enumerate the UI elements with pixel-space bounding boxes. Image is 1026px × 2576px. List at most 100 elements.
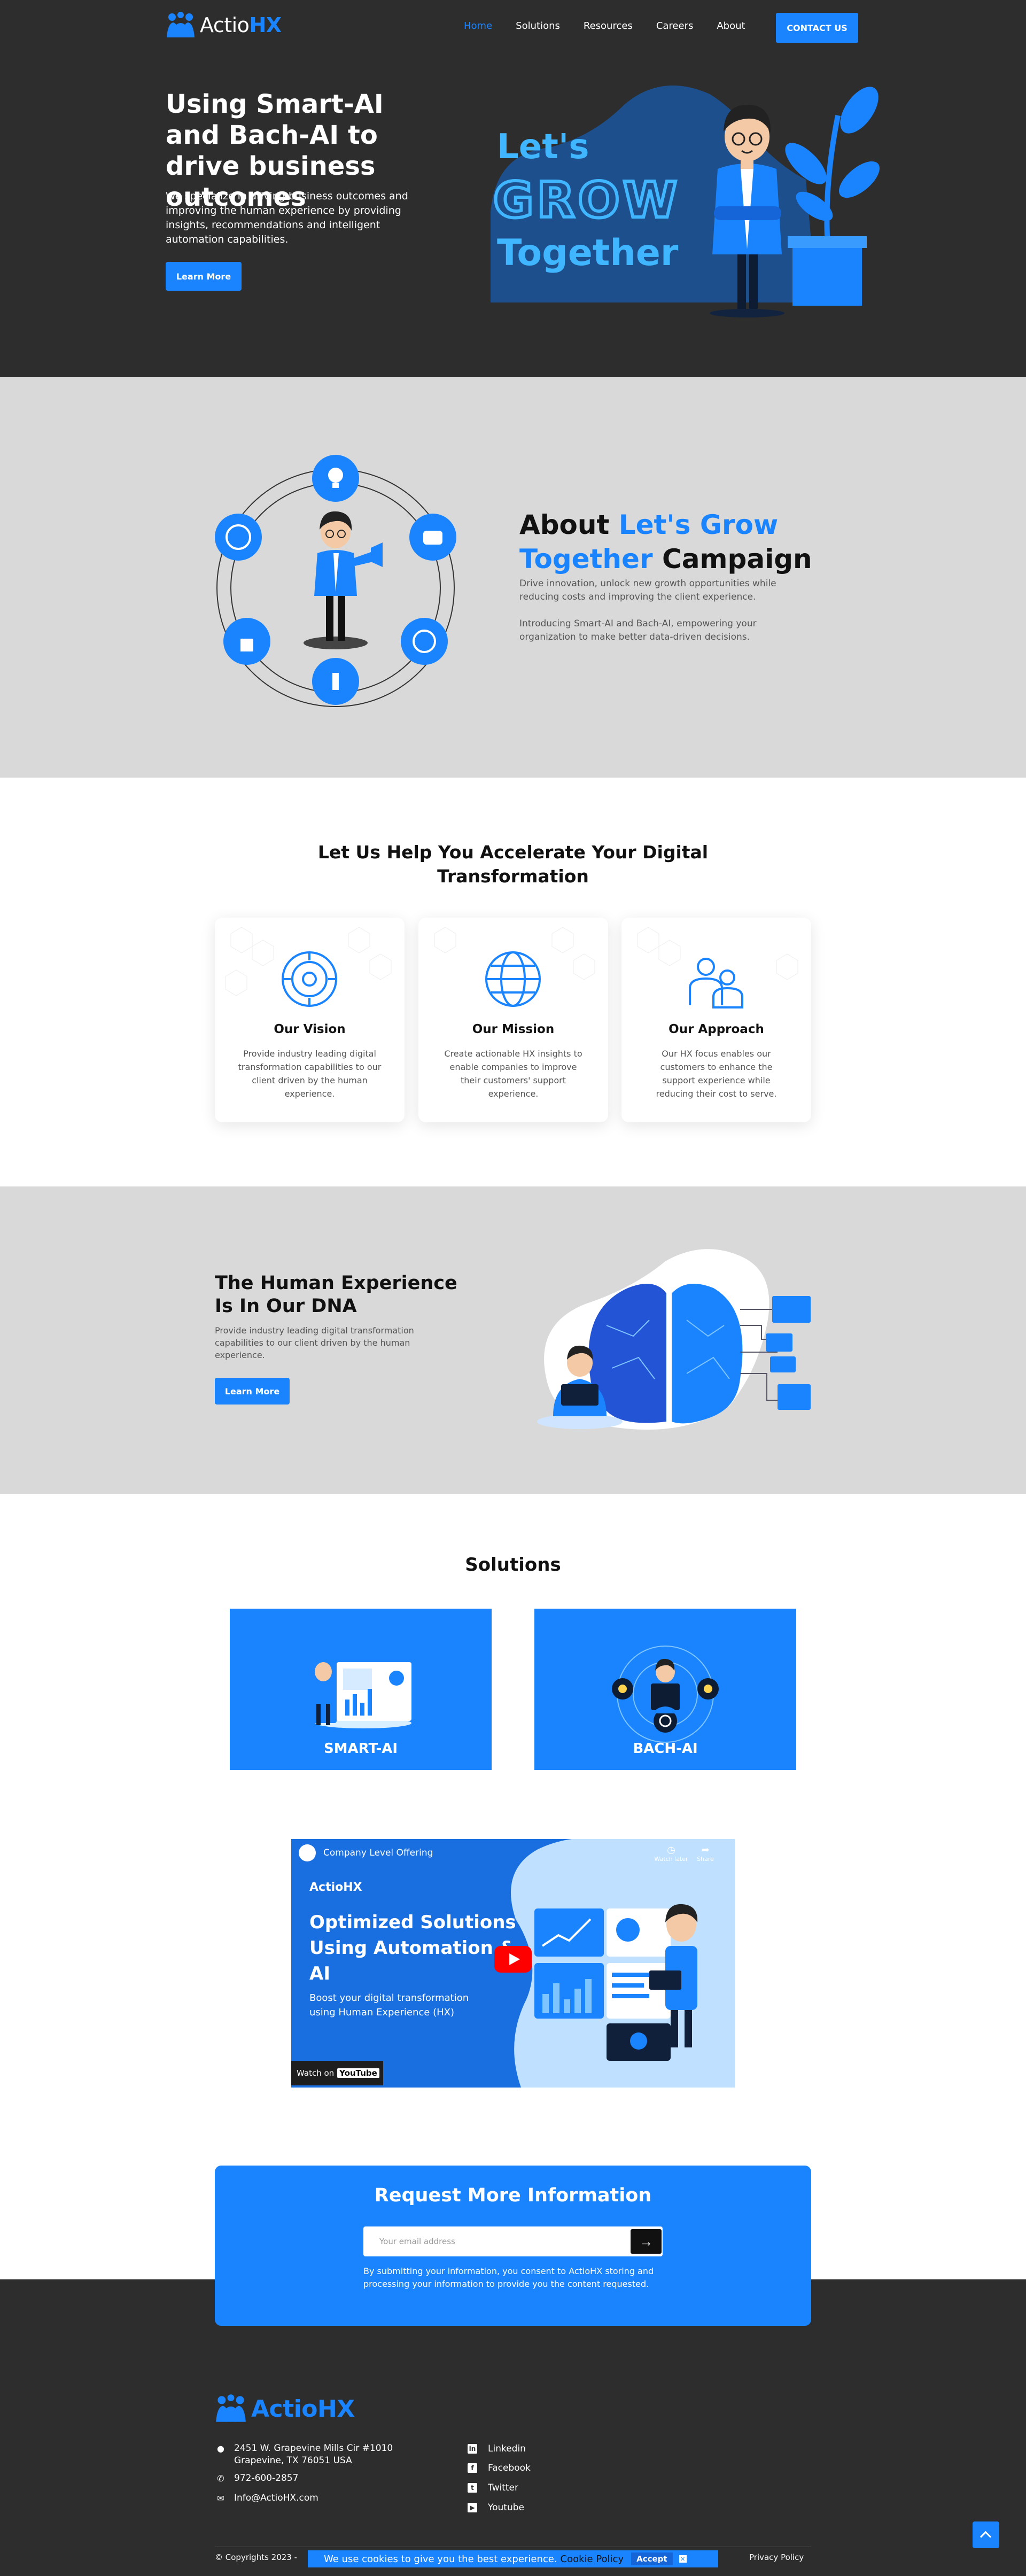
smart-ai-label: SMART-AI [323, 1741, 398, 1757]
twitter-icon: t [468, 2483, 477, 2493]
card-mission-title: Our Mission [472, 1022, 555, 1036]
hero-art-grow: GROW [493, 172, 680, 229]
nav-home[interactable]: Home [464, 20, 492, 32]
phone-number: 972-600-2857 [234, 2473, 299, 2484]
social-youtube[interactable]: ▶ Youtube [468, 2502, 524, 2513]
submit-arrow-button[interactable] [631, 2229, 662, 2254]
youtube-label: Youtube [488, 2502, 524, 2513]
video-subtext: Boost your digital transformation using … [309, 1992, 469, 2018]
email-input[interactable] [363, 2226, 663, 2256]
cookie-accept-button[interactable]: Accept [631, 2552, 673, 2565]
address-line-2: Grapevine, TX 76051 USA [234, 2455, 352, 2466]
social-twitter[interactable]: t Twitter [468, 2482, 518, 2493]
social-linkedin[interactable]: in Linkedin [468, 2443, 526, 2454]
card-mission-text: Create actionable HX insights to enable … [444, 1049, 582, 1099]
bach-ai-label: BACH-AI [633, 1741, 698, 1757]
copyright-text: © Copyrights 2023 - [215, 2552, 297, 2562]
people-icon [689, 958, 743, 1008]
watch-later-label: Watch later [654, 1856, 688, 1863]
social-facebook[interactable]: f Facebook [468, 2463, 531, 2473]
logo-icon [216, 2394, 246, 2422]
cookie-policy-link[interactable]: Cookie Policy [561, 2554, 624, 2565]
cookie-banner: We use cookies to give you the best expe… [308, 2550, 718, 2567]
nav-resources[interactable]: Resources [584, 20, 633, 32]
request-consent-note: By submitting your information, you cons… [363, 2266, 654, 2289]
video-embed[interactable]: Company Level Offering ◷ Watch later ➦ Sha… [291, 1839, 735, 2088]
scroll-to-top-button[interactable] [973, 2521, 999, 2548]
solution-card-bach-ai[interactable]: BACH-AI [534, 1609, 796, 1770]
hero-illustration: Let's GROW Together [491, 86, 880, 317]
hx-learn-more-button[interactable]: Learn More [215, 1378, 290, 1405]
request-title: Request More Information [374, 2185, 652, 2206]
about-paragraph-2: Introducing Smart-AI and Bach-AI, empowe… [519, 618, 757, 642]
brain-illustration [537, 1249, 811, 1430]
hero-description: We specialize in driving business outcom… [166, 190, 408, 245]
contact-us-button[interactable]: CONTACT US [776, 13, 858, 43]
footer-logo-text: ActioHX [251, 2395, 355, 2423]
card-vision-text: Provide industry leading digital transfo… [238, 1049, 382, 1099]
watch-on-youtube-button[interactable]: Watch on YouTube [291, 2061, 383, 2085]
top-nav: ActioHX Home Solutions Resources Careers… [166, 12, 860, 44]
video-title[interactable]: Company Level Offering [323, 1848, 433, 1858]
target-icon [282, 951, 337, 1007]
hero-art-together: Together [497, 232, 679, 274]
video-channel-avatar[interactable] [299, 1844, 316, 1861]
hero-art-lets: Let's [497, 127, 589, 167]
close-icon[interactable]: ✕ [679, 2555, 687, 2563]
hx-description: Provide industry leading digital transfo… [215, 1325, 414, 1360]
youtube-icon: ▶ [468, 2503, 477, 2512]
watch-on-label: Watch on [297, 2068, 335, 2078]
cookie-text: We use cookies to give you the best expe… [324, 2553, 557, 2565]
card-approach-text: Our HX focus enables our customers to en… [656, 1049, 777, 1099]
hx-title: The Human Experience Is In Our DNA [215, 1273, 457, 1317]
about-orbit-illustration [215, 455, 456, 707]
envelope-icon: ✉ [217, 2493, 224, 2503]
logo-icon [167, 12, 195, 37]
about-section: About Let's Grow Together Campaign Drive… [0, 377, 1026, 778]
card-mission: Our Mission Create actionable HX insight… [418, 918, 608, 1122]
request-info-box: Request More Information By submitting y… [215, 2166, 811, 2326]
accelerate-title: Let Us Help You Accelerate Your Digital … [317, 842, 709, 887]
card-vision-title: Our Vision [274, 1022, 346, 1036]
video-brand-logo: ActioHX [309, 1881, 362, 1894]
play-button-icon[interactable] [494, 1946, 532, 1973]
location-pin-icon: ● [217, 2443, 224, 2454]
solutions-title: Solutions [465, 1554, 561, 1576]
solution-card-smart-ai[interactable]: SMART-AI [230, 1609, 492, 1770]
footer-email[interactable]: ✉ Info@ActioHX.com [215, 2492, 318, 2504]
about-title: About Let's Grow Together Campaign [519, 509, 812, 575]
brand-logo[interactable]: ActioHX [166, 12, 282, 38]
card-approach-title: Our Approach [669, 1022, 764, 1036]
nav-solutions[interactable]: Solutions [516, 20, 560, 32]
hero-learn-more-button[interactable]: Learn More [166, 262, 242, 291]
share-label: Share [697, 1856, 714, 1863]
nav-about[interactable]: About [717, 20, 745, 32]
share-icon: ➦ [701, 1844, 710, 1856]
main-menu: Home Solutions Resources Careers About [464, 20, 745, 32]
card-approach: Our Approach Our HX focus enables our cu… [621, 918, 811, 1122]
card-vision: Our Vision Provide industry leading digi… [215, 918, 405, 1122]
address-line-1: 2451 W. Grapevine Mills Cir #1010 [234, 2443, 393, 2454]
clock-icon: ◷ [667, 1844, 675, 1856]
privacy-policy-link[interactable]: Privacy Policy [749, 2552, 804, 2562]
facebook-icon: f [468, 2463, 477, 2473]
linkedin-icon: in [468, 2444, 477, 2454]
page: ActioHX Home Solutions Resources Careers… [0, 0, 1026, 2576]
video-watch-later[interactable]: ◷ Watch later [652, 1844, 690, 1863]
nav-careers[interactable]: Careers [656, 20, 694, 32]
facebook-label: Facebook [488, 2463, 531, 2473]
hero-section: ActioHX Home Solutions Resources Careers… [0, 0, 1026, 377]
footer-address: ● 2451 W. Grapevine Mills Cir #1010 Grape… [215, 2442, 393, 2467]
human-experience-section: The Human Experience Is In Our DNA Provi… [0, 1186, 1026, 1494]
email-address: Info@ActioHX.com [234, 2493, 318, 2503]
footer-logo[interactable]: ActioHX [215, 2394, 355, 2423]
phone-icon: ✆ [217, 2473, 224, 2484]
footer-phone[interactable]: ✆ 972-600-2857 [215, 2472, 298, 2485]
youtube-logo: YouTube [337, 2068, 379, 2078]
about-paragraph-1: Drive innovation, unlock new growth oppo… [519, 578, 776, 602]
globe-icon [485, 951, 541, 1007]
logo-text: ActioHX [200, 13, 282, 37]
twitter-label: Twitter [488, 2482, 518, 2493]
linkedin-label: Linkedin [488, 2443, 526, 2454]
video-share[interactable]: ➦ Share [687, 1844, 724, 1863]
